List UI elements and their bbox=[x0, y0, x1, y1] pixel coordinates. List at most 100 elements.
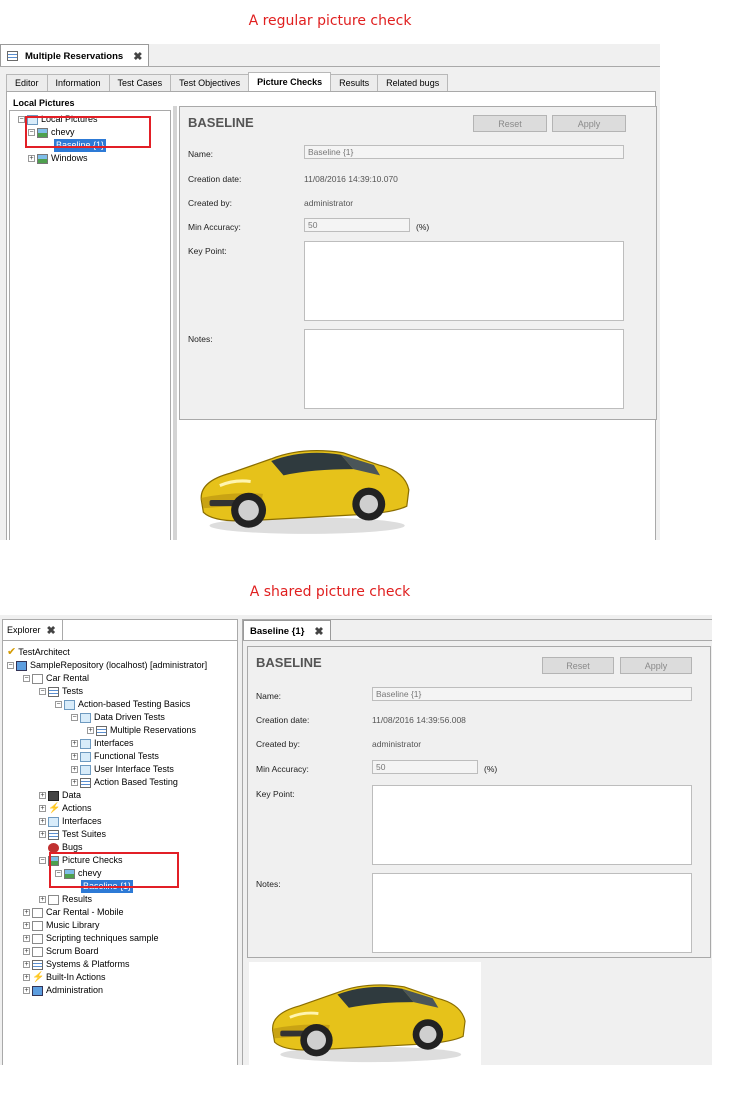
apply-button[interactable]: Apply bbox=[620, 657, 692, 674]
creation-date-value: 11/08/2016 14:39:56.008 bbox=[372, 715, 466, 725]
expand-icon[interactable]: + bbox=[71, 753, 78, 760]
tab-results[interactable]: Results bbox=[330, 74, 379, 91]
explorer-pane: Explorer ✖ ✔ TestArchitect − SampleReposit… bbox=[2, 619, 238, 1065]
close-icon[interactable]: ✖ bbox=[47, 624, 56, 637]
expand-icon[interactable]: + bbox=[39, 818, 46, 825]
expand-icon[interactable]: + bbox=[23, 961, 30, 968]
name-field[interactable]: Baseline {1} bbox=[304, 145, 624, 159]
baseline-editor-pane: Baseline {1} ✖ BASELINE Reset Apply Name… bbox=[242, 619, 712, 1065]
collapse-icon[interactable]: − bbox=[39, 857, 46, 864]
local-pictures-tree-panel: − Local Pictures − chevy Baseline {1} + Win… bbox=[9, 110, 171, 540]
tree-item-tests[interactable]: − Tests bbox=[7, 685, 207, 698]
expand-icon[interactable]: + bbox=[23, 948, 30, 955]
close-icon[interactable]: ✖ bbox=[133, 50, 142, 63]
tree-item-repository[interactable]: − SampleRepository (localhost) [administr… bbox=[7, 659, 207, 672]
expand-icon[interactable]: + bbox=[87, 727, 94, 734]
expand-icon[interactable]: + bbox=[28, 155, 35, 162]
key-point-area[interactable] bbox=[304, 241, 624, 321]
project-icon bbox=[32, 946, 43, 957]
tree-item-user-interface-tests[interactable]: + User Interface Tests bbox=[7, 763, 207, 776]
expand-icon[interactable]: + bbox=[23, 974, 30, 981]
tab-information[interactable]: Information bbox=[46, 74, 110, 91]
collapse-icon[interactable]: − bbox=[18, 116, 25, 123]
notes-area[interactable] bbox=[372, 873, 692, 953]
tab-test-objectives[interactable]: Test Objectives bbox=[170, 74, 250, 91]
systems-icon bbox=[32, 959, 43, 970]
tree-label: Functional Tests bbox=[94, 751, 159, 761]
expand-icon[interactable]: + bbox=[71, 779, 78, 786]
tree-item-action-based-testing[interactable]: + Action Based Testing bbox=[7, 776, 207, 789]
collapse-icon[interactable]: − bbox=[39, 688, 46, 695]
tree-item-testarchitect[interactable]: ✔ TestArchitect bbox=[7, 646, 207, 659]
tree-item-results[interactable]: + Results bbox=[7, 893, 207, 906]
apply-button[interactable]: Apply bbox=[552, 115, 626, 132]
editor-tab-baseline[interactable]: Baseline {1} ✖ bbox=[243, 620, 331, 641]
tree-label: Action-based Testing Basics bbox=[78, 699, 191, 709]
reset-button[interactable]: Reset bbox=[473, 115, 547, 132]
tests-icon bbox=[48, 686, 59, 697]
tree-label: Action Based Testing bbox=[94, 777, 178, 787]
results-icon bbox=[48, 894, 59, 905]
administration-icon bbox=[32, 985, 43, 996]
min-accuracy-field[interactable]: 50 bbox=[372, 760, 478, 774]
expand-icon[interactable]: + bbox=[39, 831, 46, 838]
tree-item-scripting-techniques[interactable]: + Scripting techniques sample bbox=[7, 932, 207, 945]
collapse-icon[interactable]: − bbox=[7, 662, 14, 669]
tree-item-action-based-testing-basics[interactable]: − Action-based Testing Basics bbox=[7, 698, 207, 711]
tree-item-test-suites[interactable]: + Test Suites bbox=[7, 828, 207, 841]
expand-icon[interactable]: + bbox=[39, 805, 46, 812]
editor-tab-multiple-reservations[interactable]: Multiple Reservations ✖ bbox=[0, 44, 150, 67]
name-field[interactable]: Baseline {1} bbox=[372, 687, 692, 701]
notes-area[interactable] bbox=[304, 329, 624, 409]
tree-item-functional-tests[interactable]: + Functional Tests bbox=[7, 750, 207, 763]
tree-item-interfaces[interactable]: + Interfaces bbox=[7, 815, 207, 828]
expand-icon[interactable]: + bbox=[71, 766, 78, 773]
expand-icon[interactable]: + bbox=[23, 987, 30, 994]
explorer-title: Explorer bbox=[7, 625, 41, 635]
expand-icon[interactable]: + bbox=[71, 740, 78, 747]
expand-icon[interactable]: + bbox=[23, 909, 30, 916]
reset-button[interactable]: Reset bbox=[542, 657, 614, 674]
key-point-area[interactable] bbox=[372, 785, 692, 865]
expand-icon[interactable]: + bbox=[23, 935, 30, 942]
tree-item-systems-platforms[interactable]: + Systems & Platforms bbox=[7, 958, 207, 971]
tab-test-cases[interactable]: Test Cases bbox=[108, 74, 172, 91]
tree-item-scrum-board[interactable]: + Scrum Board bbox=[7, 945, 207, 958]
tab-editor[interactable]: Editor bbox=[6, 74, 48, 91]
explorer-tab[interactable]: Explorer ✖ bbox=[3, 620, 63, 640]
key-point-label: Key Point: bbox=[256, 789, 295, 799]
tab-picture-checks[interactable]: Picture Checks bbox=[248, 72, 332, 91]
tree-label: Administration bbox=[46, 985, 104, 995]
key-point-label: Key Point: bbox=[188, 246, 227, 256]
editor-tab-title: Multiple Reservations bbox=[25, 50, 124, 62]
tree-item-actions[interactable]: + ⚡ Actions bbox=[7, 802, 207, 815]
test-module-icon bbox=[80, 777, 91, 788]
tree-item-data[interactable]: + Data bbox=[7, 789, 207, 802]
tab-related-bugs[interactable]: Related bugs bbox=[377, 74, 449, 91]
car-image bbox=[189, 428, 415, 536]
tree-label: Built-In Actions bbox=[46, 972, 106, 982]
notes-label: Notes: bbox=[188, 334, 213, 344]
min-accuracy-field[interactable]: 50 bbox=[304, 218, 410, 232]
folder-icon bbox=[80, 764, 91, 775]
collapse-icon[interactable]: − bbox=[71, 714, 78, 721]
collapse-icon[interactable]: − bbox=[23, 675, 30, 682]
tree-item-built-in-actions[interactable]: + ⚡ Built-In Actions bbox=[7, 971, 207, 984]
close-icon[interactable]: ✖ bbox=[314, 625, 323, 638]
tree-item-multiple-reservations[interactable]: + Multiple Reservations bbox=[7, 724, 207, 737]
expand-icon[interactable]: + bbox=[39, 792, 46, 799]
tree-item-administration[interactable]: + Administration bbox=[7, 984, 207, 997]
tree-item-data-driven-tests[interactable]: − Data Driven Tests bbox=[7, 711, 207, 724]
tree-item-car-rental-mobile[interactable]: + Car Rental - Mobile bbox=[7, 906, 207, 919]
tree-item-windows[interactable]: + Windows bbox=[18, 152, 106, 165]
tree-item-interfaces-sub[interactable]: + Interfaces bbox=[7, 737, 207, 750]
created-by-label: Created by: bbox=[188, 198, 232, 208]
tree-item-car-rental[interactable]: − Car Rental bbox=[7, 672, 207, 685]
collapse-icon[interactable]: − bbox=[55, 701, 62, 708]
tree-item-music-library[interactable]: + Music Library bbox=[7, 919, 207, 932]
picture-checks-page: Local Pictures − Local Pictures − chevy Ba… bbox=[6, 91, 657, 540]
expand-icon[interactable]: + bbox=[39, 896, 46, 903]
tree-label: User Interface Tests bbox=[94, 764, 174, 774]
data-icon bbox=[48, 790, 59, 801]
expand-icon[interactable]: + bbox=[23, 922, 30, 929]
